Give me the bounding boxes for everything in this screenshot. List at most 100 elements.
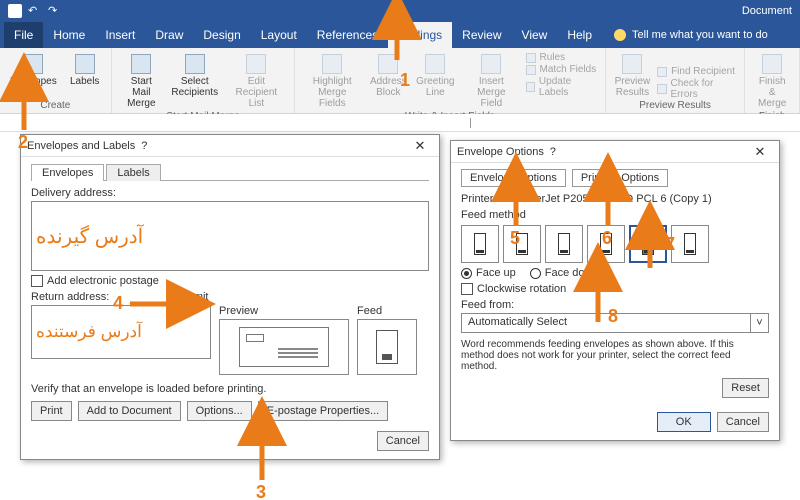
feed-from-combo[interactable]: Automatically Select ˅ bbox=[461, 313, 769, 333]
tab-envelope-options[interactable]: Envelope Options bbox=[461, 169, 566, 187]
save-icon[interactable] bbox=[8, 4, 22, 18]
edit-recipient-list-button: Edit Recipient List bbox=[224, 52, 288, 111]
find-icon bbox=[657, 67, 667, 77]
printer-name: HP LaserJet P2055dn UPD PCL 6 (Copy 1) bbox=[500, 193, 712, 205]
feed-label: Feed bbox=[357, 305, 417, 317]
electronic-postage-label: Add electronic postage bbox=[47, 275, 159, 287]
rules-icon bbox=[526, 53, 536, 63]
undo-icon[interactable]: ↶ bbox=[28, 4, 42, 18]
address-block-button: Address Block bbox=[367, 52, 409, 111]
finish-merge-button: Finish & Merge bbox=[751, 52, 793, 111]
tab-labels[interactable]: Labels bbox=[106, 164, 160, 181]
dialog1-help-button[interactable]: ? bbox=[135, 140, 153, 152]
tab-draw[interactable]: Draw bbox=[145, 22, 193, 48]
omit-label: Omit bbox=[185, 291, 208, 303]
feed-method-2[interactable] bbox=[503, 225, 541, 263]
greeting-line-button: Greeting Line bbox=[413, 52, 457, 111]
delivery-address-input[interactable]: آدرس گیرنده bbox=[31, 201, 429, 271]
verify-text: Verify that an envelope is loaded before… bbox=[31, 383, 429, 395]
tab-layout[interactable]: Layout bbox=[251, 22, 307, 48]
return-address-input[interactable]: آدرس فرستنده bbox=[31, 305, 211, 359]
feed-method-5[interactable] bbox=[629, 225, 667, 263]
chevron-down-icon: ˅ bbox=[750, 314, 768, 332]
face-down-radio[interactable] bbox=[530, 268, 541, 279]
dialog1-close-button[interactable]: ✕ bbox=[407, 138, 433, 154]
feed-preview[interactable] bbox=[357, 319, 417, 375]
return-address-label: Return address: bbox=[31, 291, 109, 303]
feed-method-6[interactable] bbox=[671, 225, 709, 263]
check-errors-button: Check for Errors bbox=[657, 78, 738, 100]
print-button[interactable]: Print bbox=[31, 401, 72, 421]
dialog2-cancel-button[interactable]: Cancel bbox=[717, 412, 769, 432]
update-labels-button: Update Labels bbox=[526, 76, 599, 98]
select-recipients-button[interactable]: Select Recipients bbox=[169, 52, 220, 111]
feed-method-1[interactable] bbox=[461, 225, 499, 263]
group-create: Create bbox=[6, 100, 105, 111]
envelope-preview[interactable] bbox=[219, 319, 349, 375]
tab-help[interactable]: Help bbox=[557, 22, 602, 48]
epostage-properties-button[interactable]: E-postage Properties... bbox=[258, 401, 389, 421]
reset-button[interactable]: Reset bbox=[722, 378, 769, 398]
tell-me-label: Tell me what you want to do bbox=[632, 29, 768, 41]
envelope-options-dialog: Envelope Options ? ✕ Envelope Options Pr… bbox=[450, 140, 780, 441]
envelope-icon bbox=[23, 54, 43, 74]
feed-from-value: Automatically Select bbox=[462, 314, 750, 332]
feed-method-4[interactable] bbox=[587, 225, 625, 263]
finish-icon bbox=[762, 54, 782, 74]
horizontal-ruler[interactable] bbox=[0, 114, 800, 132]
group-preview-results: Preview Results bbox=[612, 100, 739, 111]
ribbon-tabs: File Home Insert Draw Design Layout Refe… bbox=[0, 22, 800, 48]
tab-view[interactable]: View bbox=[512, 22, 558, 48]
tab-envelopes[interactable]: Envelopes bbox=[31, 164, 104, 181]
greeting-icon bbox=[425, 54, 445, 74]
dialog1-cancel-button[interactable]: Cancel bbox=[377, 431, 429, 451]
envelopes-labels-dialog: Envelopes and Labels ? ✕ Envelopes Label… bbox=[20, 134, 440, 460]
tab-mailings[interactable]: Mailings bbox=[388, 22, 452, 48]
add-to-document-button[interactable]: Add to Document bbox=[78, 401, 181, 421]
errors-icon bbox=[657, 84, 666, 94]
omit-checkbox[interactable] bbox=[169, 291, 181, 303]
preview-label: Preview bbox=[219, 305, 349, 317]
match-fields-button: Match Fields bbox=[526, 64, 599, 75]
tab-references[interactable]: References bbox=[307, 22, 388, 48]
title-bar: ↶ ↷ Document bbox=[0, 0, 800, 22]
highlight-icon bbox=[322, 54, 342, 74]
tab-review[interactable]: Review bbox=[452, 22, 511, 48]
recipients-icon bbox=[185, 54, 205, 74]
tab-insert[interactable]: Insert bbox=[95, 22, 145, 48]
envelopes-button[interactable]: Envelopes bbox=[6, 52, 61, 100]
clockwise-checkbox[interactable] bbox=[461, 283, 473, 295]
tab-home[interactable]: Home bbox=[43, 22, 95, 48]
tell-me-search[interactable]: Tell me what you want to do bbox=[614, 29, 768, 41]
face-up-label: Face up bbox=[476, 267, 516, 279]
tab-printing-options[interactable]: Printing Options bbox=[572, 169, 668, 187]
match-icon bbox=[526, 65, 536, 75]
clockwise-label: Clockwise rotation bbox=[477, 283, 566, 295]
preview-results-button: Preview Results bbox=[612, 52, 653, 100]
highlight-merge-fields-button: Highlight Merge Fields bbox=[301, 52, 363, 111]
document-title: Document bbox=[742, 5, 792, 17]
ok-button[interactable]: OK bbox=[657, 412, 711, 432]
ribbon: Envelopes Labels Create Start Mail Merge… bbox=[0, 48, 800, 114]
label-icon bbox=[75, 54, 95, 74]
tab-file[interactable]: File bbox=[4, 22, 43, 48]
feed-method-label: Feed method bbox=[461, 209, 769, 221]
feed-from-label: Feed from: bbox=[461, 299, 769, 311]
tab-design[interactable]: Design bbox=[193, 22, 250, 48]
insert-merge-field-button: Insert Merge Field bbox=[461, 52, 521, 111]
dialog1-title: Envelopes and Labels bbox=[27, 140, 135, 152]
dialog2-close-button[interactable]: ✕ bbox=[747, 144, 773, 160]
bulb-icon bbox=[614, 29, 626, 41]
redo-icon[interactable]: ↷ bbox=[48, 4, 62, 18]
delivery-address-label: Delivery address: bbox=[31, 187, 429, 199]
update-icon bbox=[526, 82, 535, 92]
face-up-radio[interactable] bbox=[461, 268, 472, 279]
feed-method-3[interactable] bbox=[545, 225, 583, 263]
start-mail-merge-button[interactable]: Start Mail Merge bbox=[118, 52, 165, 111]
labels-button[interactable]: Labels bbox=[65, 52, 105, 100]
options-button[interactable]: Options... bbox=[187, 401, 252, 421]
feed-note: Word recommends feeding envelopes as sho… bbox=[461, 339, 769, 372]
electronic-postage-checkbox[interactable] bbox=[31, 275, 43, 287]
dialog2-help-button[interactable]: ? bbox=[544, 146, 562, 158]
mail-merge-icon bbox=[131, 54, 151, 74]
